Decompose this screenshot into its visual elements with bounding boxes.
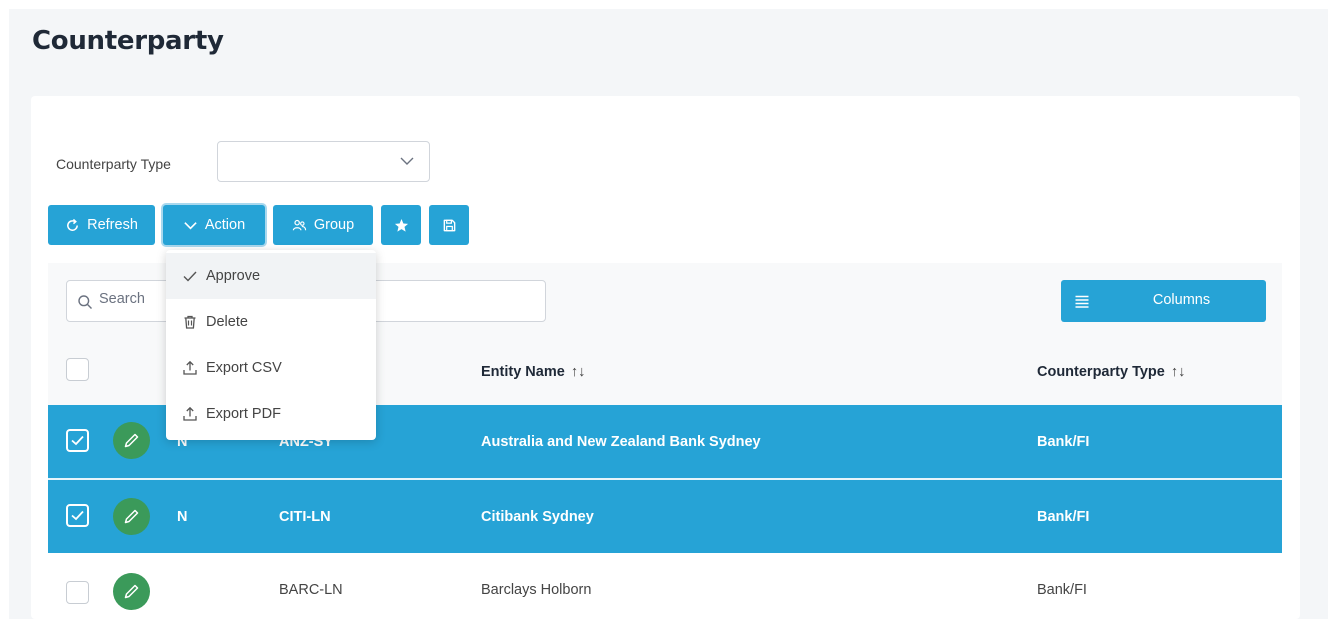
edit-button[interactable] xyxy=(113,573,150,610)
counterparty-type-filter-label: Counterparty Type xyxy=(56,156,171,172)
menu-item-export-pdf[interactable]: Export PDF xyxy=(166,391,376,437)
favorite-button[interactable] xyxy=(381,205,421,245)
menu-item-export-csv[interactable]: Export CSV xyxy=(166,345,376,391)
menu-item-approve[interactable]: Approve xyxy=(166,253,376,299)
pencil-icon xyxy=(124,509,139,524)
table-row[interactable]: BARC-LN Barclays Holborn Bank/FI xyxy=(48,553,1282,619)
columns-button[interactable]: Columns xyxy=(1061,280,1266,322)
sort-icon: ↑↓ xyxy=(1170,364,1186,380)
select-all-checkbox[interactable] xyxy=(66,358,89,381)
upload-icon xyxy=(183,360,197,375)
row-checkbox[interactable] xyxy=(66,581,89,604)
action-dropdown-menu: Approve Delete Export CSV Export PDF xyxy=(166,250,376,440)
menu-item-label: Approve xyxy=(206,268,261,284)
columns-label: Columns xyxy=(1152,292,1211,308)
group-button[interactable]: Group xyxy=(273,205,373,245)
chevron-down-icon xyxy=(400,157,414,165)
action-label: Action xyxy=(204,217,246,233)
header-label: Counterparty Type xyxy=(1037,364,1165,380)
counterparty-type-cell: Bank/FI xyxy=(1037,509,1090,525)
row-checkbox[interactable] xyxy=(66,429,89,452)
entity-name-cell: Australia and New Zealand Bank Sydney xyxy=(481,434,761,450)
edit-button[interactable] xyxy=(113,498,150,535)
counterparty-type-select[interactable] xyxy=(217,141,430,182)
star-icon xyxy=(394,218,408,232)
menu-item-label: Delete xyxy=(206,314,248,330)
header-label: Entity Name xyxy=(481,364,565,380)
sort-icon: ↑↓ xyxy=(570,364,586,380)
page-title: Counterparty xyxy=(32,26,224,56)
column-header-entity-name[interactable]: Entity Name ↑↓ xyxy=(481,364,585,380)
short-name-cell: BARC-LN xyxy=(279,582,343,598)
chevron-down-icon xyxy=(184,221,197,229)
counterparty-type-cell: Bank/FI xyxy=(1037,582,1087,598)
flag-cell: N xyxy=(177,509,188,525)
check-icon xyxy=(71,510,84,521)
upload-icon xyxy=(183,406,197,421)
trash-icon xyxy=(184,315,196,329)
action-button[interactable]: Action xyxy=(163,205,265,245)
edit-button[interactable] xyxy=(113,422,150,459)
column-header-counterparty-type[interactable]: Counterparty Type ↑↓ xyxy=(1037,364,1185,380)
entity-name-cell: Citibank Sydney xyxy=(481,509,594,525)
counterparty-type-cell: Bank/FI xyxy=(1037,434,1090,450)
refresh-button[interactable]: Refresh xyxy=(48,205,155,245)
group-label: Group xyxy=(313,217,355,233)
check-icon xyxy=(183,271,197,282)
refresh-label: Refresh xyxy=(87,217,138,233)
row-checkbox[interactable] xyxy=(66,504,89,527)
refresh-icon xyxy=(67,218,79,231)
menu-item-label: Export PDF xyxy=(206,406,281,422)
menu-item-delete[interactable]: Delete xyxy=(166,299,376,345)
short-name-cell: CITI-LN xyxy=(279,509,331,525)
menu-item-label: Export CSV xyxy=(206,360,282,376)
table-row[interactable]: N CITI-LN Citibank Sydney Bank/FI xyxy=(48,480,1282,553)
search-icon xyxy=(78,295,92,309)
users-icon xyxy=(292,219,306,230)
save-icon xyxy=(443,219,455,231)
pencil-icon xyxy=(124,433,139,448)
save-button[interactable] xyxy=(429,205,469,245)
entity-name-cell: Barclays Holborn xyxy=(481,582,592,598)
pencil-icon xyxy=(124,584,139,599)
check-icon xyxy=(71,435,84,446)
